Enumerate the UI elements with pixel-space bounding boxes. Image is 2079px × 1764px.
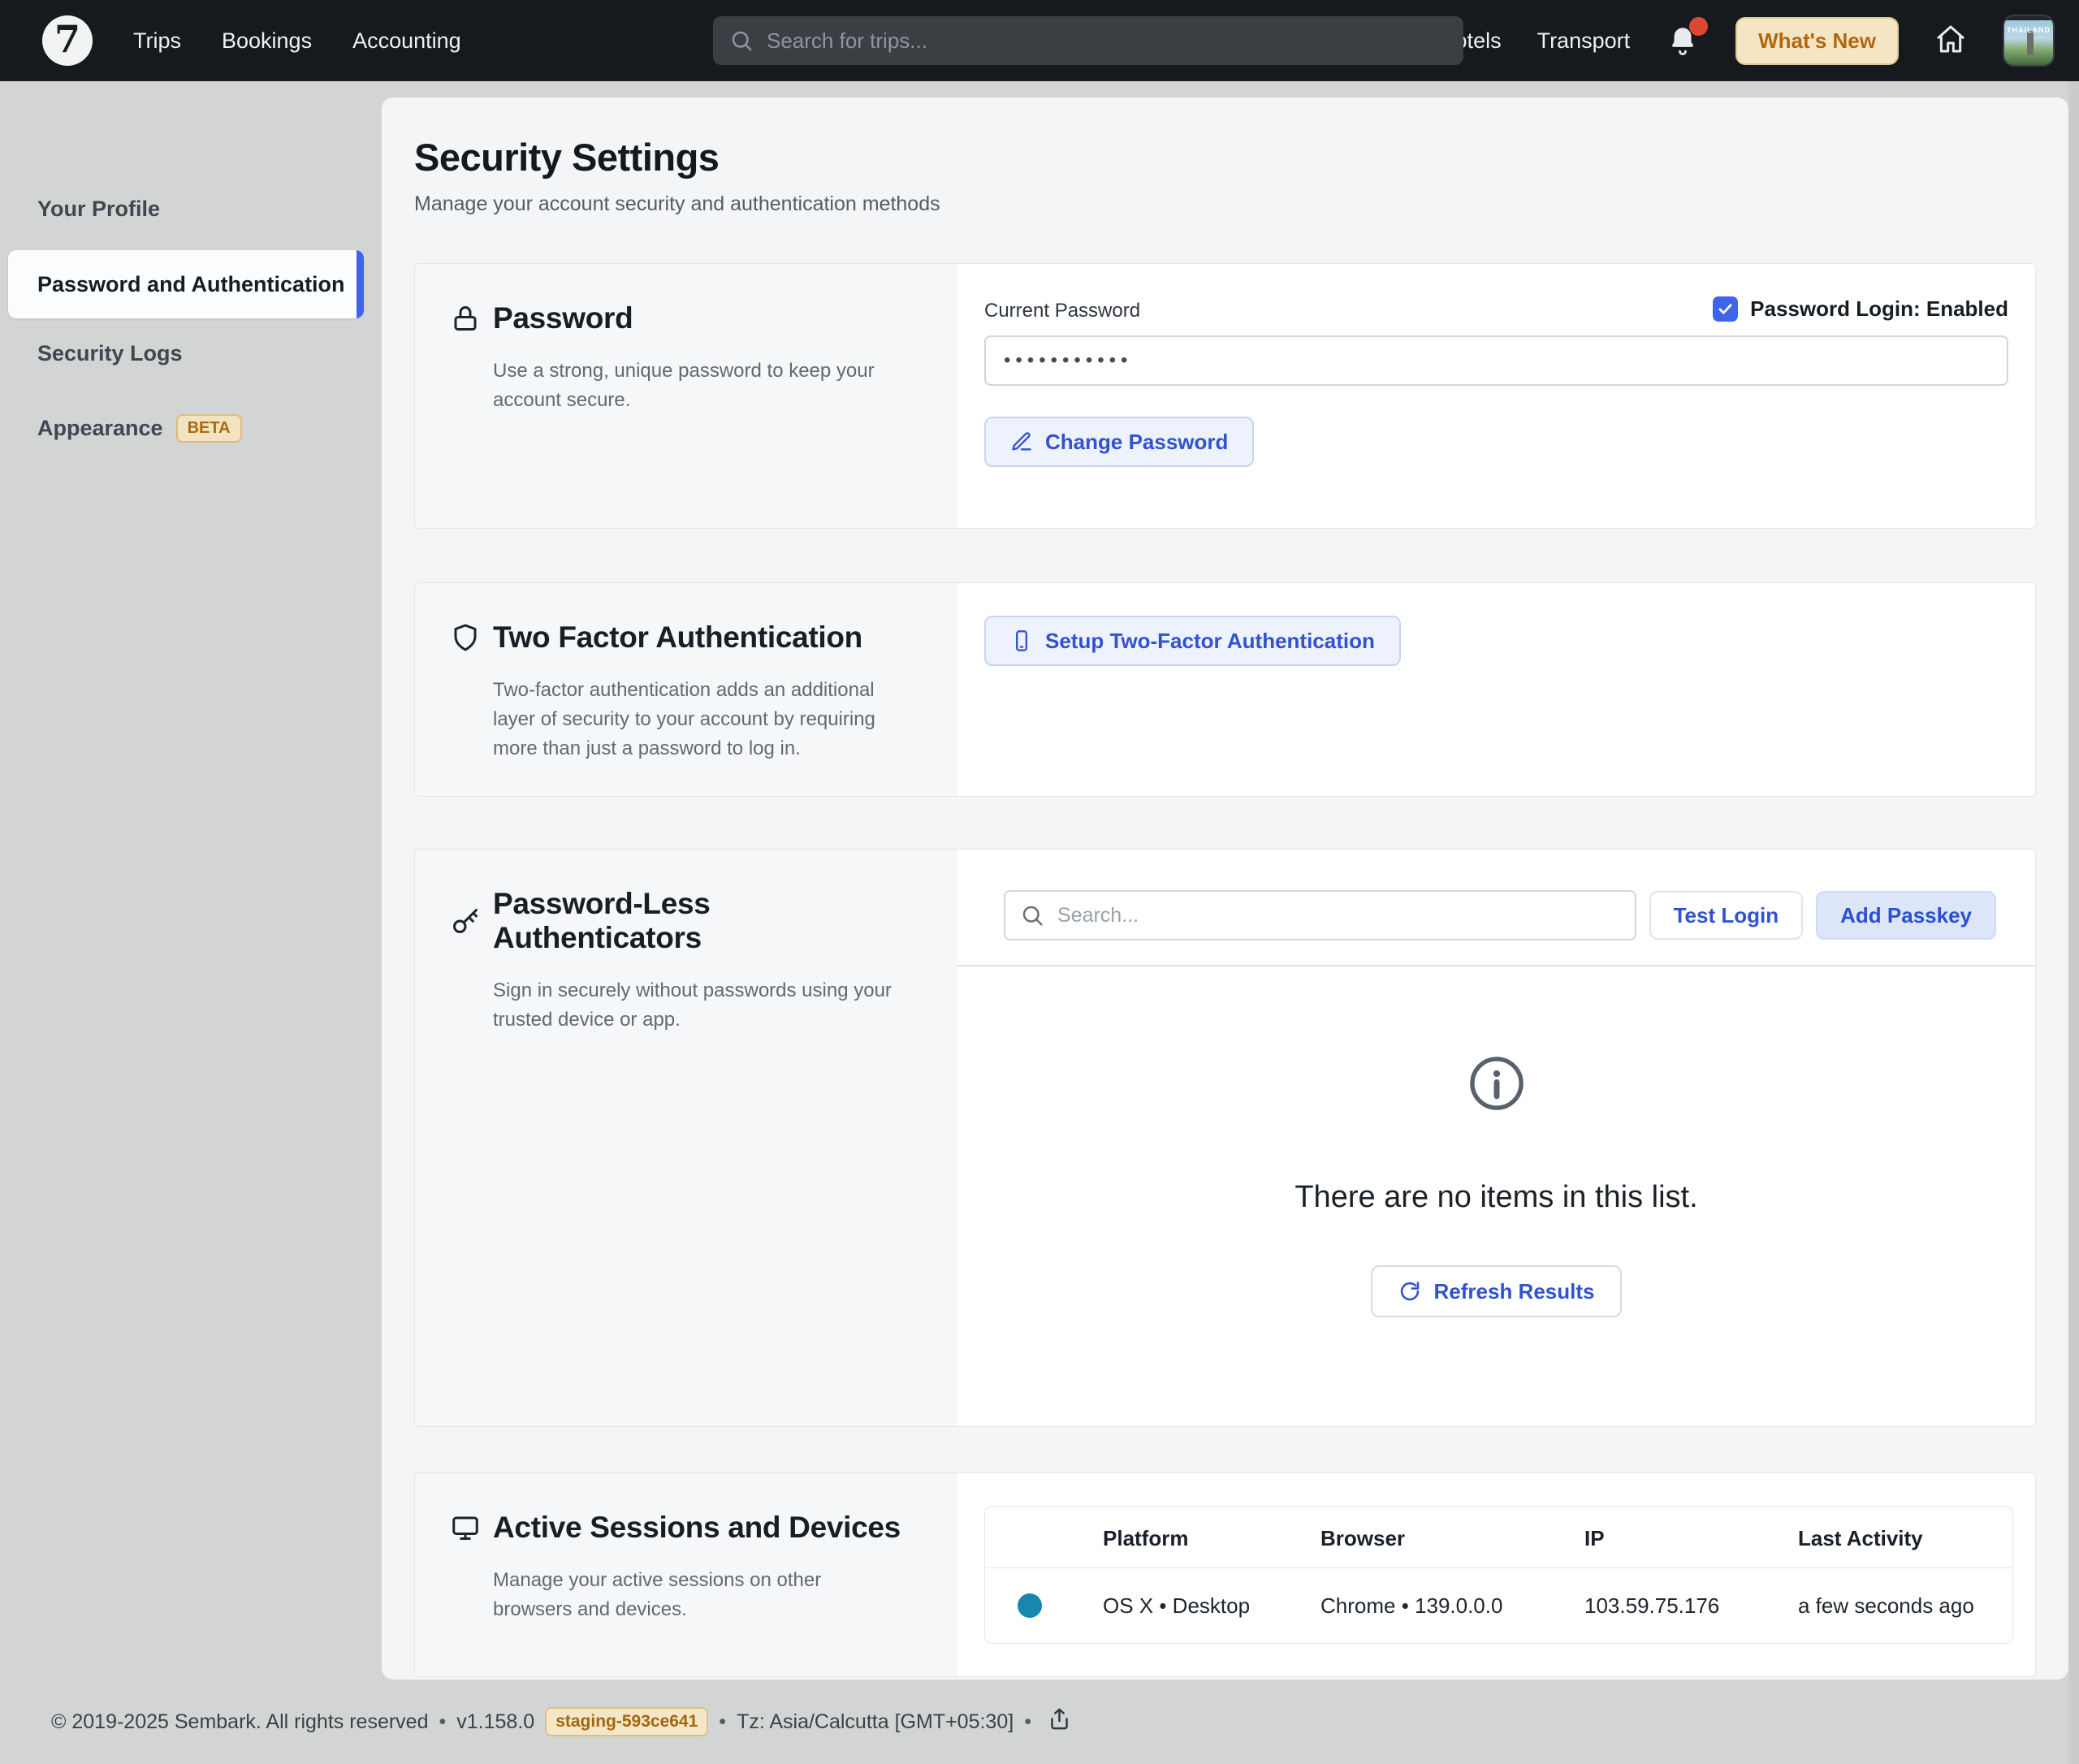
footer: © 2019-2025 Sembark. All rights reserved… [0,1680,2079,1764]
share-icon [1047,1706,1072,1732]
home-button[interactable] [1934,23,1967,59]
passkeys-toolbar: Test Login Add Passkey [957,850,2035,965]
active-sessions-section: Active Sessions and Devices Manage your … [414,1472,2036,1677]
nav-item-transport[interactable]: Transport [1537,28,1631,54]
section-description: Manage your active sessions on other bro… [493,1566,901,1624]
settings-sidebar: Your Profile Password and Authentication… [0,81,370,1680]
cell-browser: Chrome • 139.0.0.0 [1320,1593,1584,1619]
lock-icon [451,304,480,333]
passkeys-search-box[interactable] [1004,890,1636,940]
test-login-button[interactable]: Test Login [1649,891,1804,940]
check-icon [1717,300,1734,318]
nav-menu: Trips Bookings Accounting [133,28,461,54]
setup-two-factor-button[interactable]: Setup Two-Factor Authentication [984,616,1401,666]
nav-right-cluster: Hotels Transport What's New THAILAND [1439,15,2055,67]
sidebar-item-your-profile[interactable]: Your Profile [0,197,370,222]
header-browser: Browser [1320,1526,1584,1551]
add-passkey-button[interactable]: Add Passkey [1816,891,1996,940]
header-platform: Platform [1103,1526,1320,1551]
page-subtitle: Manage your account security and authent… [414,192,2036,216]
smartphone-icon [1010,629,1033,652]
password-login-toggle: Password Login: Enabled [1713,296,2008,322]
toolbar-divider [957,965,2035,966]
cell-platform: OS X • Desktop [1103,1593,1320,1619]
sessions-table: Platform Browser IP Last Activity OS X •… [984,1506,2013,1644]
timezone-text: Tz: Asia/Calcutta [GMT+05:30] [737,1710,1014,1734]
scrollbar[interactable] [2068,81,2079,1764]
refresh-results-button[interactable]: Refresh Results [1371,1265,1623,1317]
table-row[interactable]: OS X • Desktop Chrome • 139.0.0.0 103.59… [985,1568,2012,1643]
beta-badge: BETA [176,414,242,443]
section-description: Use a strong, unique password to keep yo… [493,357,901,415]
session-status-dot [1018,1593,1042,1618]
nav-item-trips[interactable]: Trips [133,28,181,54]
passkeys-section: Password-Less Authenticators Sign in sec… [414,849,2036,1427]
section-title: Password [493,301,633,335]
notification-dot [1689,17,1708,36]
top-navbar: 7 Trips Bookings Accounting Hotels Trans… [0,0,2079,81]
trip-search-box[interactable] [713,16,1463,65]
search-icon [1020,903,1044,927]
header-ip: IP [1584,1526,1798,1551]
two-factor-section: Two Factor Authentication Two-factor aut… [414,582,2036,797]
notifications-button[interactable] [1666,24,1700,58]
current-password-field[interactable] [984,335,2008,386]
sidebar-item-label: Appearance [37,416,163,441]
copyright-text: © 2019-2025 Sembark. All rights reserved [51,1710,429,1734]
cell-ip: 103.59.75.176 [1584,1593,1798,1619]
nav-item-accounting[interactable]: Accounting [352,28,461,54]
empty-state-text: There are no items in this list. [957,1180,2035,1215]
table-header-row: Platform Browser IP Last Activity [985,1507,2012,1568]
section-title: Active Sessions and Devices [493,1511,901,1545]
build-badge: staging-593ce641 [545,1707,708,1736]
trip-search-input[interactable] [767,28,1447,54]
header-last-activity: Last Activity [1798,1526,2012,1551]
password-login-label: Password Login: Enabled [1750,296,2008,322]
info-icon [957,1053,2035,1118]
version-text: v1.158.0 [456,1710,534,1734]
sidebar-item-security-logs[interactable]: Security Logs [0,341,370,366]
whats-new-button[interactable]: What's New [1735,17,1899,65]
share-button[interactable] [1047,1706,1072,1737]
password-login-checkbox[interactable] [1713,296,1738,322]
passkeys-search-input[interactable] [1004,890,1636,940]
key-icon [451,906,480,936]
sidebar-item-label: Password and Authentication [37,272,345,297]
sidebar-item-appearance[interactable]: Appearance BETA [0,414,370,443]
home-icon [1934,23,1967,55]
pencil-icon [1010,430,1033,453]
sembark-logo[interactable]: 7 [42,15,93,66]
shield-icon [451,623,480,652]
monitor-icon [451,1513,480,1542]
sidebar-item-password-authentication[interactable]: Password and Authentication [8,250,364,318]
refresh-icon [1398,1280,1421,1303]
section-description: Sign in securely without passwords using… [493,976,901,1035]
section-title: Two Factor Authentication [493,620,862,655]
page-title: Security Settings [414,135,2036,179]
password-section: Password Use a strong, unique password t… [414,263,2036,529]
empty-state: There are no items in this list. Refresh… [957,1053,2035,1317]
nav-item-bookings[interactable]: Bookings [222,28,312,54]
cell-last-activity: a few seconds ago [1798,1593,2012,1619]
avatar-poster-text: THAILAND [2004,26,2053,34]
section-description: Two-factor authentication adds an additi… [493,676,901,763]
section-title: Password-Less Authenticators [493,887,901,955]
change-password-button[interactable]: Change Password [984,417,1254,467]
main-content-panel: Security Settings Manage your account se… [382,97,2068,1680]
user-avatar[interactable]: THAILAND [2003,15,2055,67]
active-indicator-bar [357,250,364,318]
search-icon [729,28,754,53]
